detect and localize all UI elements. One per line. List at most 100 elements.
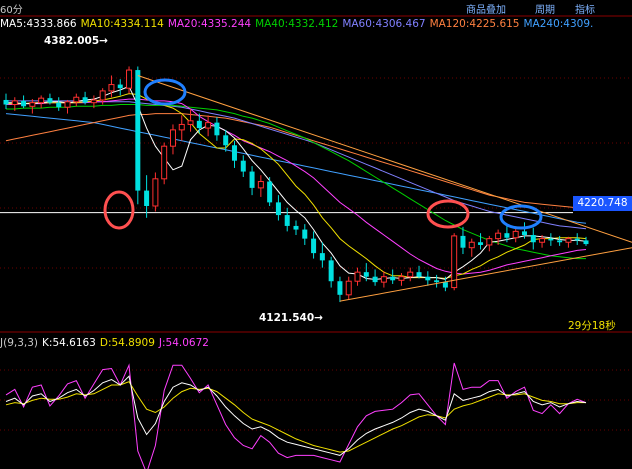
candle-body (90, 99, 97, 104)
kdj_j-line (5, 362, 587, 469)
candle-body (495, 232, 502, 240)
ma20-label: MA20:4335.244 (167, 18, 252, 30)
ma5-label: MA5:4333.866 (0, 18, 77, 30)
candle-body (196, 120, 202, 129)
countdown-timer: 29分18秒 (568, 320, 616, 332)
menu-indicator-button[interactable]: 指标 (575, 1, 595, 16)
candle-body (372, 276, 378, 283)
candle-body (73, 96, 80, 103)
low-price-label: 4121.540→ (259, 312, 323, 324)
ma60-label: MA60:4306.467 (342, 18, 426, 30)
ma10-line (6, 93, 587, 280)
candle-body (302, 229, 308, 239)
candle-body (478, 242, 484, 245)
candle-body (521, 231, 527, 235)
candle-body (117, 84, 123, 89)
trendline-upper (137, 75, 632, 243)
kdj-j-label: J:54.0672 (158, 337, 209, 349)
ma-legend: MA5:4333.866 MA10:4334.114 MA20:4335.244 MA… (0, 18, 597, 30)
candle-body (328, 260, 334, 282)
candle-body (548, 238, 554, 241)
high-price-label: 4382.005→ (44, 35, 108, 47)
candle-body (442, 282, 448, 288)
candle-body (530, 235, 536, 243)
candle-body (21, 100, 27, 107)
candle-body (539, 238, 546, 243)
kdj-title: J(9,3,3) (0, 337, 39, 349)
candle-body (223, 135, 229, 146)
ma120-label: MA120:4225.615 (429, 18, 520, 30)
candle-body (486, 238, 493, 246)
candle-body (11, 100, 18, 105)
ma240-label: MA240:4309. (523, 18, 594, 30)
candle-body (152, 178, 159, 207)
candle-body (390, 276, 396, 281)
candle-body (240, 160, 246, 172)
blue-circle-marker (143, 78, 187, 106)
candle-body (135, 70, 141, 191)
candle-body (169, 129, 176, 147)
candle-body (3, 99, 9, 105)
kdj_d-line (5, 381, 586, 453)
candle-body (284, 215, 290, 226)
candle-body (99, 90, 106, 101)
ma120-line (5, 113, 586, 209)
candle-body (161, 145, 168, 180)
menu-period-button[interactable]: 周期 (535, 1, 555, 16)
chart-window[interactable]: 60分 商品叠加 周期 指标 MA5:4333.866 MA10:4334.114… (0, 0, 632, 469)
candle-body (108, 84, 115, 92)
candle-body (311, 238, 317, 254)
ma5-line (6, 85, 587, 280)
candle-body (267, 181, 273, 203)
kdj-d-label: D:54.8909 (99, 337, 155, 349)
ref-price-box: 4220.748 (573, 196, 632, 211)
price-chart[interactable] (0, 0, 632, 469)
candle-body (257, 181, 264, 189)
candle-body (345, 280, 352, 296)
kdj_k-line (5, 375, 587, 456)
candle-body (398, 276, 405, 281)
candle-body (425, 276, 431, 281)
candle-body (144, 190, 150, 206)
top-bar: 60分 商品叠加 周期 指标 (0, 0, 632, 16)
candle-body (354, 271, 361, 282)
timeframe-label[interactable]: 60分 (0, 1, 23, 16)
candle-body (337, 281, 343, 295)
candle-body (504, 233, 510, 238)
candle-body (319, 253, 325, 261)
candle-body (380, 276, 387, 283)
candle-body (416, 272, 422, 277)
candle-body (434, 280, 440, 283)
candle-body (583, 240, 589, 245)
ma240-line (5, 113, 587, 224)
candle-body (126, 69, 133, 89)
candle-body (275, 202, 281, 216)
candle-body (407, 271, 414, 278)
candle-body (214, 122, 220, 136)
candle-body (468, 241, 475, 249)
candle-body (557, 240, 563, 243)
candle-body (29, 102, 36, 107)
ma40-label: MA40:4332.412 (255, 18, 339, 30)
candle-body (178, 123, 185, 131)
candle-body (512, 230, 519, 239)
candle-body (565, 238, 572, 243)
candle-body (187, 120, 194, 125)
menu-overlay-button[interactable]: 商品叠加 (466, 1, 506, 16)
candle-body (64, 101, 71, 108)
candle-body (205, 122, 212, 129)
kdj-legend: J(9,3,3) K:54.6163 D:54.8909 J:54.0672 (0, 337, 213, 349)
candle-body (574, 238, 580, 241)
candle-body (293, 225, 299, 230)
candle-body (363, 272, 369, 277)
ma10-label: MA10:4334.114 (80, 18, 164, 30)
kdj-k-label: K:54.6163 (42, 337, 96, 349)
red-circle-marker (103, 190, 135, 230)
candle-body (82, 97, 88, 103)
candle-body (47, 98, 53, 103)
candle-body (56, 102, 62, 108)
candle-body (460, 235, 466, 248)
blue-circle-marker (499, 204, 543, 230)
candle-body (38, 97, 45, 104)
candle-body (231, 145, 237, 161)
